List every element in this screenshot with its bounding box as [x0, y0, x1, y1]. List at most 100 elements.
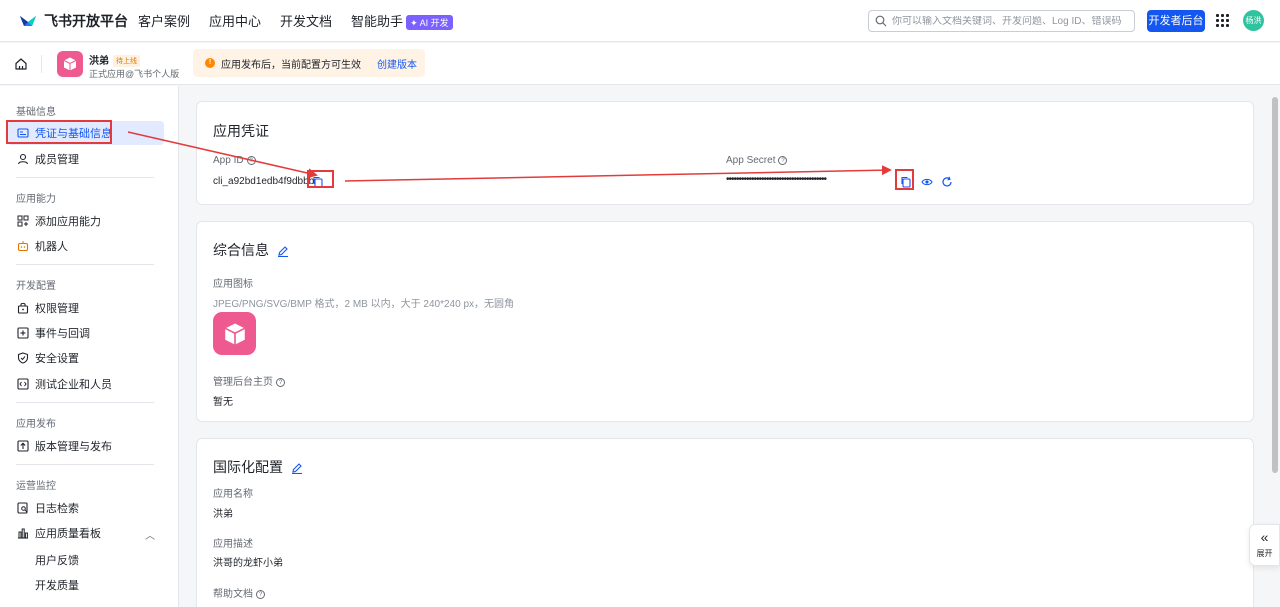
general-info-title-text: 综合信息 — [213, 242, 269, 258]
homepage-label: 管理后台主页? — [213, 373, 285, 388]
app-id-label: App ID? — [213, 155, 256, 166]
general-info-title: 综合信息 — [213, 240, 289, 260]
app-secret-value: •••••••••••••••••••••••••••••••••••••••• — [726, 174, 827, 185]
sidebar-item-permissions[interactable]: 权限管理 — [8, 296, 164, 320]
nav-smart-assistant[interactable]: 智能助手 ✦ AI 开发 — [351, 11, 453, 31]
sidebar-item-quality-dashboard[interactable]: 应用质量看板 — [8, 521, 164, 545]
ai-badge: ✦ AI 开发 — [406, 15, 453, 31]
home-icon[interactable] — [14, 57, 28, 71]
app-icon-large[interactable] — [213, 312, 256, 355]
divider — [16, 464, 154, 465]
double-chevron-left-icon: « — [1260, 529, 1269, 545]
expand-label: 展开 — [1256, 549, 1273, 558]
eye-icon[interactable] — [921, 176, 933, 188]
annotation-box — [6, 120, 112, 144]
nav-smart-assistant-label: 智能助手 — [351, 13, 404, 29]
expand-panel-button[interactable]: « 展开 — [1249, 524, 1280, 566]
divider — [16, 402, 154, 403]
app-id-label-text: App ID — [213, 155, 244, 166]
upload-icon — [17, 440, 29, 452]
i18n-title: 国际化配置 — [213, 457, 303, 477]
sidebar-item-label: 安全设置 — [35, 353, 79, 365]
divider — [16, 264, 154, 265]
chevron-up-icon[interactable]: ︿ — [145, 527, 155, 542]
create-version-link[interactable]: 创建版本 — [377, 56, 417, 71]
apps-grid-icon[interactable] — [1216, 14, 1229, 27]
refresh-icon[interactable] — [941, 176, 953, 188]
app-icon-hint: JPEG/PNG/SVG/BMP 格式，2 MB 以内，大于 240*240 p… — [213, 299, 515, 310]
annotation-box — [307, 170, 334, 188]
scrollbar-thumb[interactable] — [1272, 97, 1278, 473]
sidebar-item-label: 测试企业和人员 — [35, 379, 112, 391]
main-nav: 客户案例 应用中心 开发文档 智能助手 ✦ AI 开发 — [138, 11, 472, 31]
sidebar-section-monitoring: 运营监控 — [16, 481, 56, 492]
app-icon — [57, 51, 83, 77]
plus-square-icon — [17, 327, 29, 339]
sidebar-item-members[interactable]: 成员管理 — [8, 147, 164, 171]
search-box[interactable] — [868, 10, 1135, 32]
add-grid-icon — [17, 215, 29, 227]
homepage-label-text: 管理后台主页 — [213, 377, 273, 388]
divider — [16, 177, 154, 178]
sidebar-item-events[interactable]: 事件与回调 — [8, 321, 164, 345]
code-icon — [17, 378, 29, 390]
app-name-text: 洪弟 — [89, 56, 109, 67]
sidebar-item-label: 权限管理 — [35, 303, 79, 315]
app-header: 洪弟 待上线 正式应用@飞书个人版 ! 应用发布后，当前配置方可生效 创建版本 — [0, 43, 1280, 85]
sidebar-item-security[interactable]: 安全设置 — [8, 346, 164, 370]
sidebar-item-label: 成员管理 — [35, 154, 79, 166]
sidebar-section-capabilities: 应用能力 — [16, 194, 56, 205]
divider — [41, 55, 42, 73]
nav-customer-cases[interactable]: 客户案例 — [138, 11, 190, 30]
logo-text: 飞书开放平台 — [44, 12, 128, 29]
notice-text: 应用发布后，当前配置方可生效 — [221, 59, 361, 71]
sidebar-item-logs[interactable]: 日志检索 — [8, 496, 164, 520]
cube-icon — [224, 322, 245, 345]
annotation-box — [895, 169, 914, 190]
help-icon[interactable]: ? — [256, 589, 265, 599]
app-icon-label: 应用图标 — [213, 279, 253, 290]
feishu-logo-icon — [20, 15, 36, 26]
top-navbar: 飞书开放平台 客户案例 应用中心 开发文档 智能助手✦ AI 开发 开发者后台 … — [0, 0, 1280, 42]
log-search-icon — [17, 502, 28, 514]
sidebar-item-label: 日志检索 — [35, 503, 79, 515]
sidebar-subitem-user-feedback[interactable]: 用户反馈 — [35, 552, 79, 568]
sidebar-item-test-enterprise[interactable]: 测试企业和人员 — [8, 372, 164, 396]
sidebar-section-dev-config: 开发配置 — [16, 281, 56, 292]
sidebar-item-label: 添加应用能力 — [35, 216, 101, 228]
cube-icon — [63, 57, 77, 71]
sidebar-item-versions[interactable]: 版本管理与发布 — [8, 434, 164, 458]
nav-dev-docs[interactable]: 开发文档 — [280, 11, 332, 30]
user-icon — [17, 153, 29, 165]
credentials-card: 应用凭证 App ID? cli_a92bd1edb4f9dbbb App Se… — [196, 101, 1254, 205]
notice-banner: ! 应用发布后，当前配置方可生效 创建版本 — [193, 49, 425, 77]
developer-console-button[interactable]: 开发者后台 — [1147, 10, 1205, 32]
sidebar-item-add-capability[interactable]: 添加应用能力 — [8, 209, 164, 233]
logo[interactable]: 飞书开放平台 — [18, 11, 138, 31]
sidebar-subitem-dev-quality[interactable]: 开发质量 — [35, 577, 79, 593]
help-icon[interactable]: ? — [276, 377, 285, 387]
app-name: 洪弟 待上线 — [89, 52, 140, 68]
help-doc-label-text: 帮助文档 — [213, 589, 253, 600]
edit-icon[interactable] — [291, 462, 303, 475]
sidebar-item-label: 事件与回调 — [35, 328, 90, 340]
i18n-card: 国际化配置 应用名称 洪弟 应用描述 洪哥的龙虾小弟 帮助文档? — [196, 438, 1254, 607]
status-badge: 待上线 — [113, 55, 140, 68]
app-desc-value: 洪哥的龙虾小弟 — [213, 558, 283, 569]
user-avatar[interactable]: 杨洪 — [1243, 10, 1264, 31]
general-info-card: 综合信息 应用图标 JPEG/PNG/SVG/BMP 格式，2 MB 以内，大于… — [196, 221, 1254, 422]
edit-icon[interactable] — [277, 245, 289, 258]
nav-app-center[interactable]: 应用中心 — [209, 11, 261, 30]
sidebar-section-basic: 基础信息 — [16, 107, 56, 118]
sidebar-item-label: 应用质量看板 — [35, 528, 101, 540]
help-icon[interactable]: ? — [246, 155, 256, 165]
help-doc-label: 帮助文档? — [213, 585, 265, 600]
app-secret-label: App Secret? — [726, 155, 788, 166]
help-icon[interactable]: ? — [778, 155, 788, 165]
robot-icon — [17, 241, 29, 252]
sidebar-item-bot[interactable]: 机器人 — [8, 234, 164, 258]
bar-chart-icon — [18, 528, 28, 539]
sidebar-item-label: 机器人 — [35, 241, 68, 253]
search-input[interactable] — [892, 15, 1132, 27]
app-name-value: 洪弟 — [213, 509, 233, 520]
